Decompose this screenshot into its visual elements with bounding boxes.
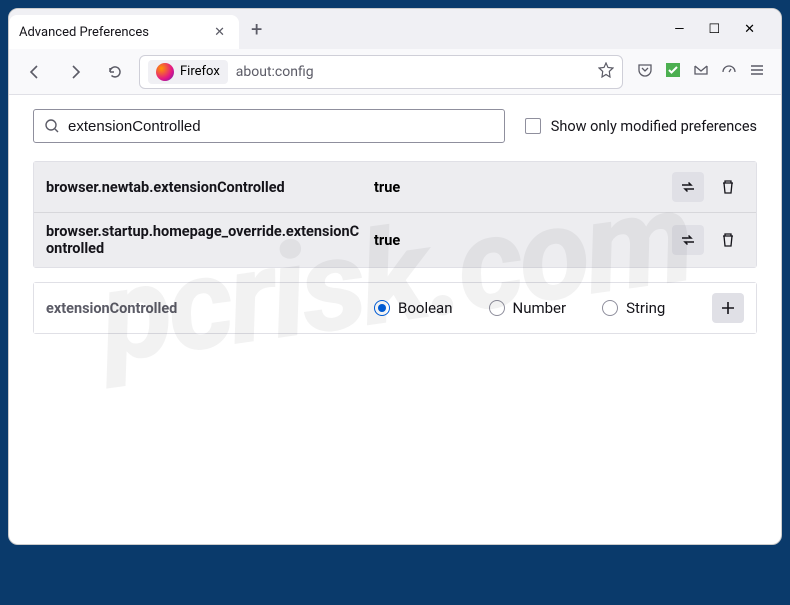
toggle-icon <box>680 179 696 195</box>
nav-toolbar: Firefox about:config <box>9 49 781 95</box>
new-pref-name: extensionControlled <box>46 300 366 317</box>
search-box[interactable] <box>33 109 505 143</box>
forward-button[interactable] <box>59 56 91 88</box>
trash-icon <box>720 232 736 248</box>
toolbar-extras <box>631 62 771 82</box>
url-text: about:config <box>236 64 590 80</box>
radio-string[interactable]: String <box>602 299 665 317</box>
about-config-content: Show only modified preferences browser.n… <box>9 95 781 348</box>
pref-row[interactable]: browser.newtab.extensionControlled true <box>34 162 756 212</box>
search-row: Show only modified preferences <box>33 109 757 143</box>
minimize-button[interactable]: — <box>674 22 684 37</box>
pref-value: true <box>374 232 664 249</box>
bookmark-star-icon[interactable] <box>598 62 614 82</box>
new-tab-button[interactable]: + <box>239 9 274 49</box>
identity-label: Firefox <box>180 64 220 79</box>
pref-name: browser.startup.homepage_override.extens… <box>46 223 366 257</box>
pref-name: browser.newtab.extensionControlled <box>46 179 366 196</box>
pref-table: browser.newtab.extensionControlled true … <box>33 161 757 268</box>
search-input[interactable] <box>68 118 494 135</box>
browser-window: Advanced Preferences ✕ + — ☐ ✕ Firefox a… <box>8 8 782 545</box>
menu-icon[interactable] <box>749 62 765 82</box>
window-controls: — ☐ ✕ <box>674 22 773 37</box>
delete-button[interactable] <box>712 172 744 202</box>
checkbox-label-text: Show only modified preferences <box>551 118 757 135</box>
back-button[interactable] <box>19 56 51 88</box>
extension-icon[interactable] <box>665 62 681 82</box>
radio-icon <box>374 300 390 316</box>
pref-row[interactable]: browser.startup.homepage_override.extens… <box>34 212 756 267</box>
radio-label: Number <box>513 299 567 317</box>
inbox-icon[interactable] <box>693 62 709 82</box>
toggle-icon <box>680 232 696 248</box>
maximize-button[interactable]: ☐ <box>708 22 720 37</box>
add-button[interactable] <box>712 293 744 323</box>
tab-active[interactable]: Advanced Preferences ✕ <box>9 15 239 49</box>
toggle-button[interactable] <box>672 225 704 255</box>
radio-label: String <box>626 299 665 317</box>
tab-title: Advanced Preferences <box>19 25 210 40</box>
pref-value: true <box>374 179 664 196</box>
delete-button[interactable] <box>712 225 744 255</box>
urlbar[interactable]: Firefox about:config <box>139 55 623 89</box>
reload-button[interactable] <box>99 56 131 88</box>
toggle-button[interactable] <box>672 172 704 202</box>
firefox-icon <box>156 63 174 81</box>
checkbox-icon <box>525 118 541 134</box>
show-modified-checkbox[interactable]: Show only modified preferences <box>525 118 757 135</box>
close-icon[interactable]: ✕ <box>210 21 229 44</box>
radio-icon <box>602 300 618 316</box>
identity-box[interactable]: Firefox <box>148 60 228 84</box>
dashboard-icon[interactable] <box>721 62 737 82</box>
type-radio-group: Boolean Number String <box>374 299 704 317</box>
plus-icon <box>720 300 736 316</box>
trash-icon <box>720 179 736 195</box>
titlebar: Advanced Preferences ✕ + — ☐ ✕ <box>9 9 781 49</box>
new-pref-row: extensionControlled Boolean Number Strin… <box>33 282 757 334</box>
search-icon <box>44 118 60 134</box>
pocket-icon[interactable] <box>637 62 653 82</box>
close-button[interactable]: ✕ <box>744 22 755 37</box>
radio-number[interactable]: Number <box>489 299 567 317</box>
radio-boolean[interactable]: Boolean <box>374 299 453 317</box>
radio-icon <box>489 300 505 316</box>
radio-label: Boolean <box>398 299 453 317</box>
